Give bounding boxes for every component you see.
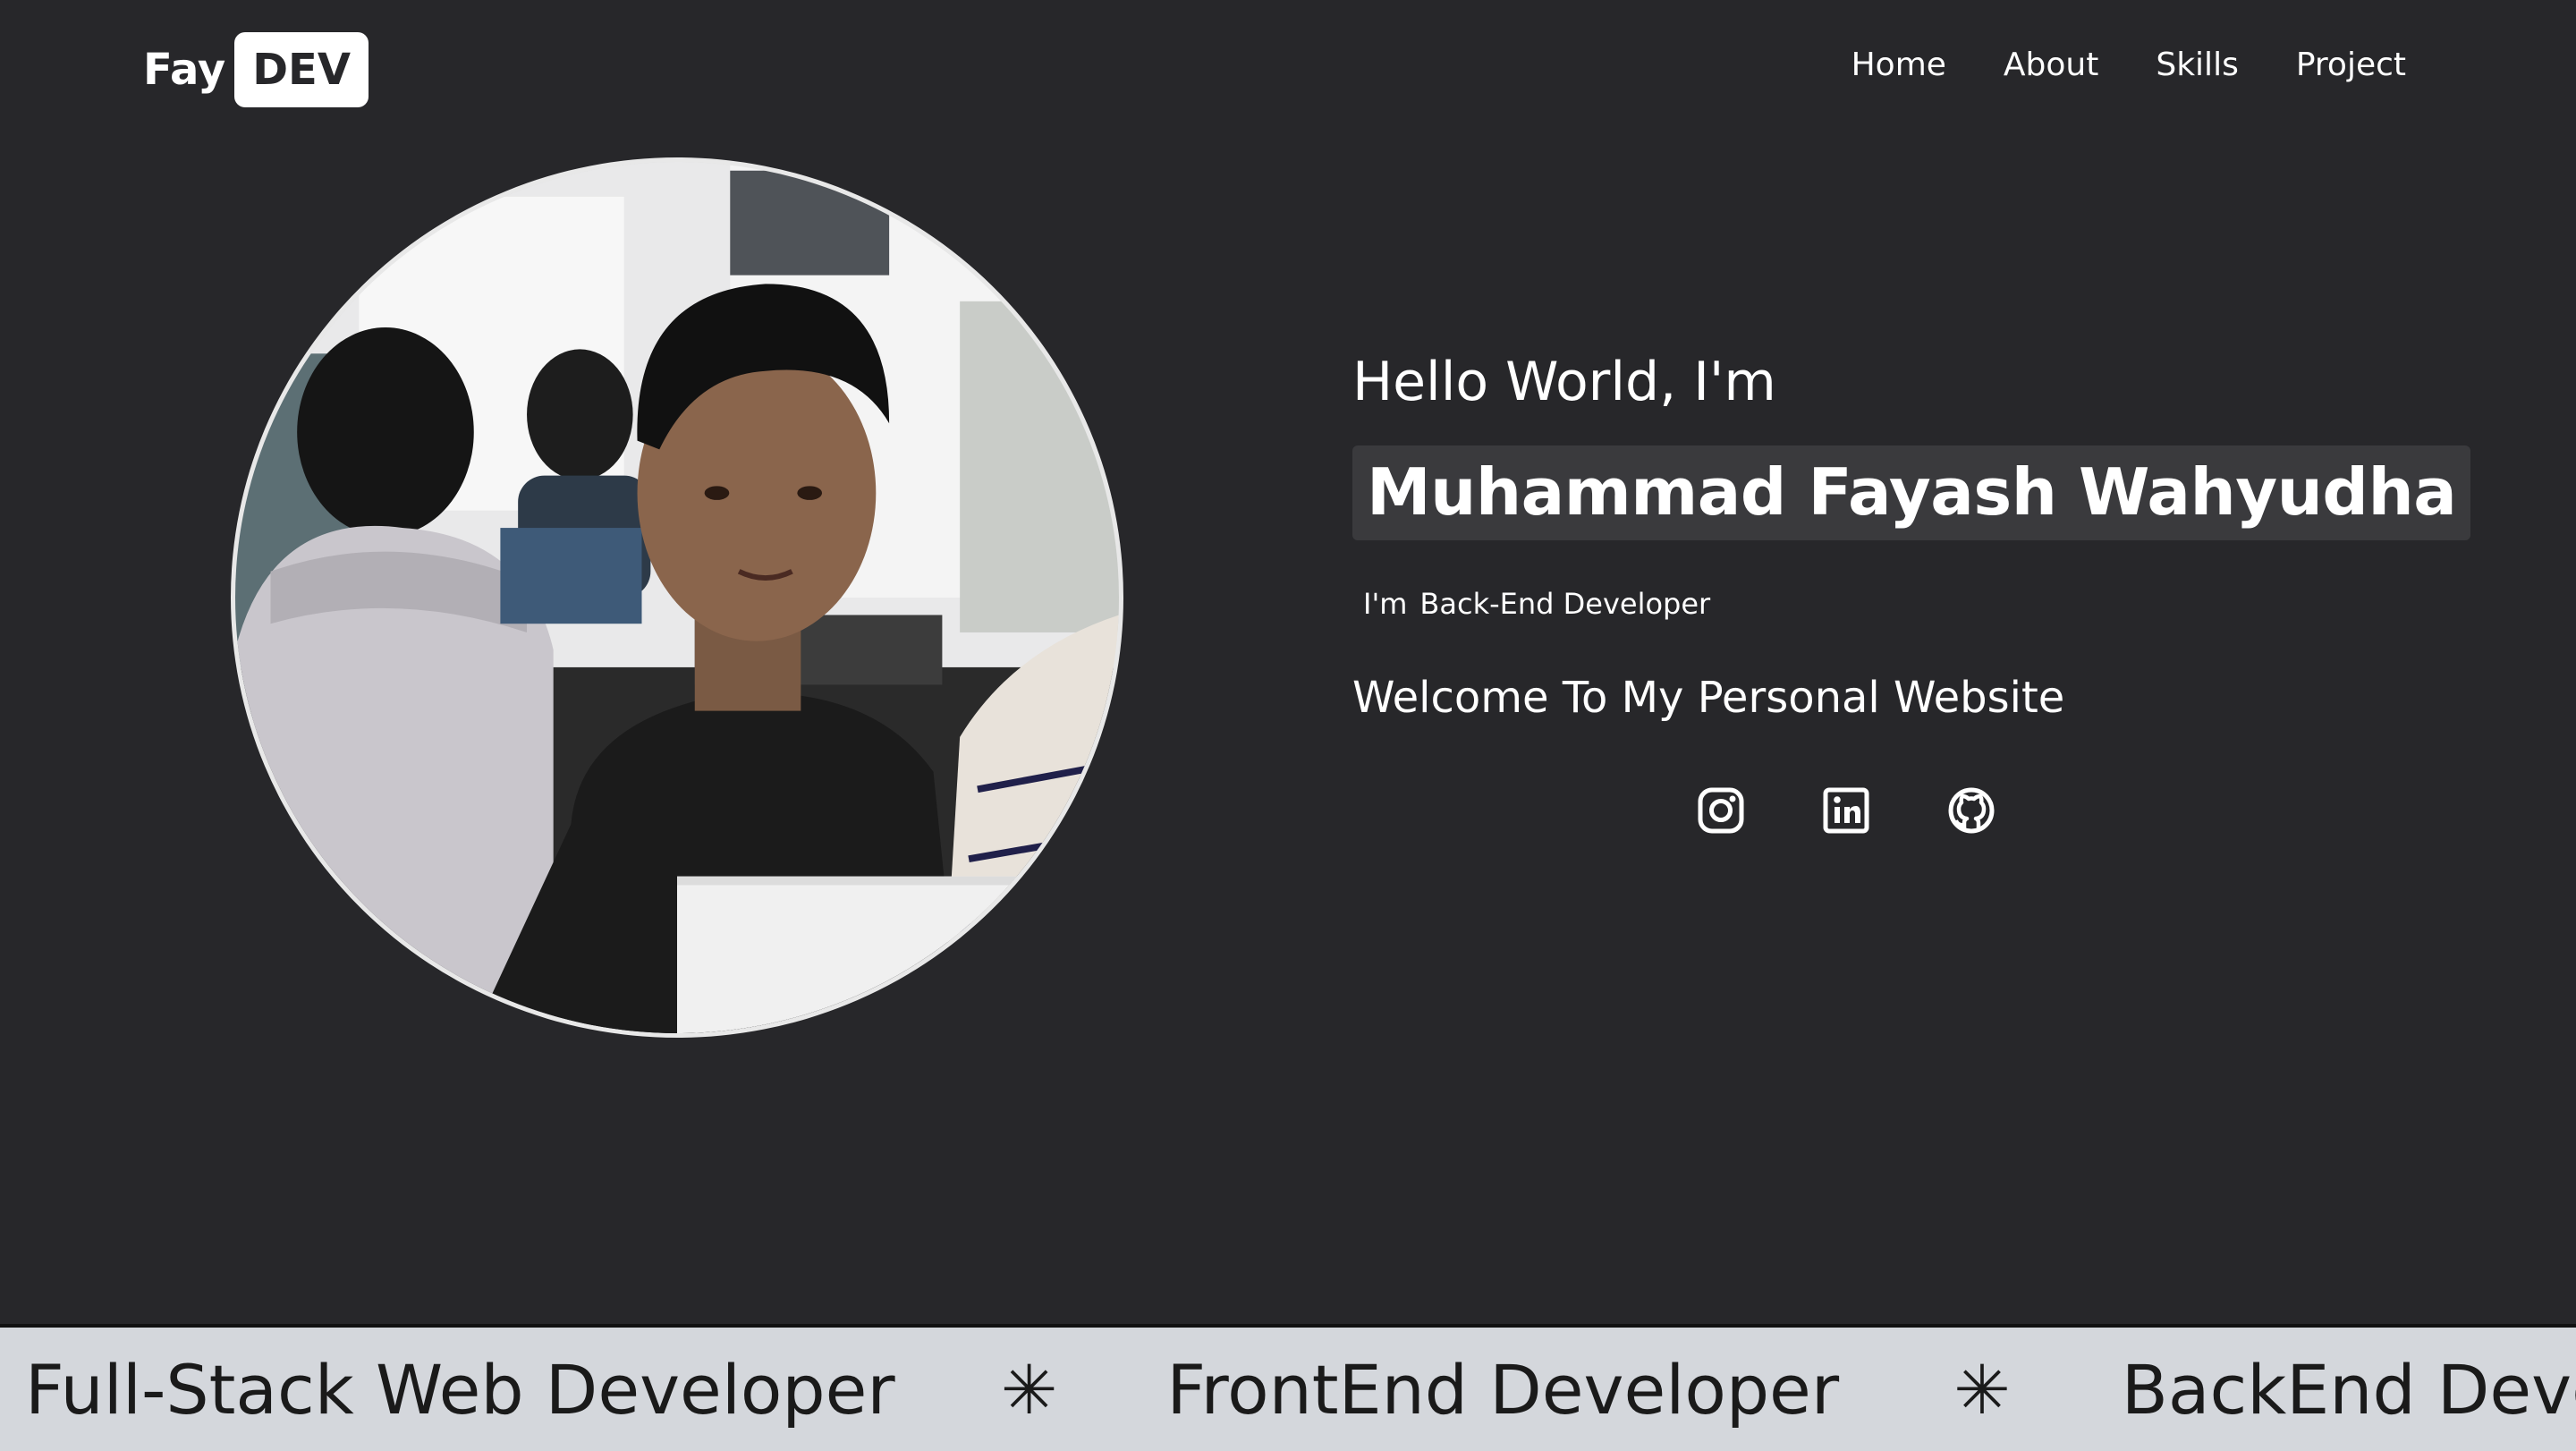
linkedin-link[interactable] <box>1821 785 1871 836</box>
marquee-item: FrontEnd Developer <box>1166 1349 1840 1430</box>
asterisk-icon: ✳ <box>1000 1349 1058 1430</box>
github-link[interactable] <box>1946 785 1996 836</box>
site-logo[interactable]: Fay DEV <box>143 32 369 107</box>
hero-section: Hello World, I'm Muhammad Fayash Wahyudh… <box>1352 351 2471 723</box>
role-prefix: I'm <box>1363 587 1408 621</box>
skills-marquee: Full-Stack Web Developer ✳ FrontEnd Deve… <box>0 1324 2576 1451</box>
social-links <box>1696 785 1996 836</box>
hero-name: Muhammad Fayash Wahyudha <box>1367 454 2457 530</box>
marquee-item: BackEnd Developer <box>2121 1349 2576 1430</box>
profile-photo-illustration <box>235 162 1119 1033</box>
role-text: Back-End Developer <box>1419 587 1711 621</box>
hero-greeting: Hello World, I'm <box>1352 351 1776 413</box>
nav-link-project[interactable]: Project <box>2296 47 2406 83</box>
instagram-icon <box>1698 787 1744 834</box>
profile-photo <box>231 157 1123 1038</box>
linkedin-icon <box>1823 787 1869 834</box>
nav-link-skills[interactable]: Skills <box>2156 47 2238 83</box>
logo-text: Fay <box>143 45 226 95</box>
navbar: Fay DEV Home About Skills Project <box>0 0 2576 143</box>
page: Fay DEV Home About Skills Project Hello … <box>0 0 2576 1451</box>
logo-badge: DEV <box>234 32 369 107</box>
role-line: I'm Back-End Developer <box>1363 587 2426 621</box>
welcome-text: Welcome To My Personal Website <box>1352 673 2065 723</box>
name-highlight: Muhammad Fayash Wahyudha <box>1352 445 2471 540</box>
instagram-link[interactable] <box>1696 785 1746 836</box>
github-icon <box>1948 787 1995 834</box>
nav-menu: Home About Skills Project <box>1852 47 2406 83</box>
nav-link-home[interactable]: Home <box>1852 47 1946 83</box>
asterisk-icon: ✳ <box>1953 1349 2011 1430</box>
marquee-item: Full-Stack Web Developer <box>25 1349 895 1430</box>
nav-link-about[interactable]: About <box>2004 47 2098 83</box>
